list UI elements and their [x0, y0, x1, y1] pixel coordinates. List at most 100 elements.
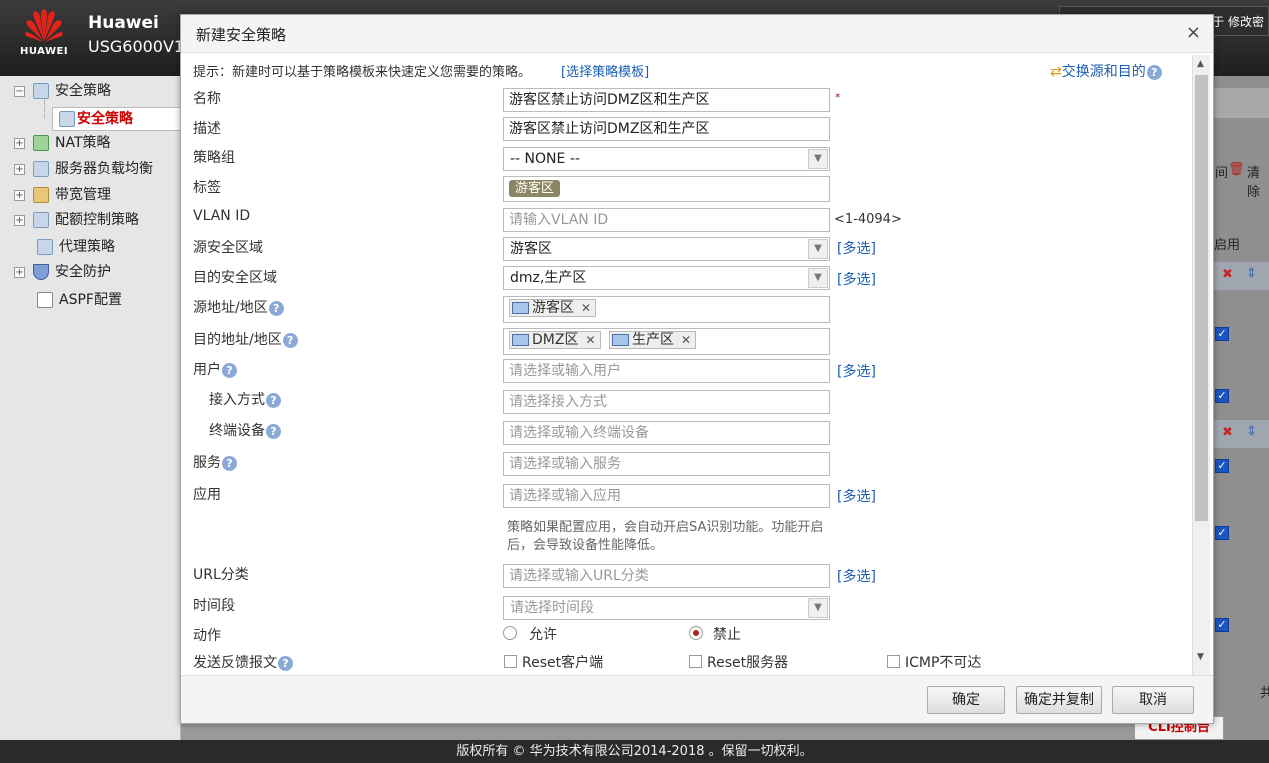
dialog-titlebar: 新建安全策略 × — [181, 15, 1213, 53]
tag-label: 标签 — [193, 180, 221, 196]
chevron-down-icon[interactable]: ▼ — [808, 598, 828, 618]
address-tag-label: DMZ区 — [532, 332, 579, 348]
sidebar: − 安全策略 安全策略 + NAT策略 + 服务器负载均衡 + 带宽管理 + 配额控制策略… — [0, 76, 379, 740]
scrollbar-thumb[interactable] — [1195, 75, 1208, 521]
help-icon[interactable]: ? — [266, 423, 281, 439]
vlan-id-input[interactable]: 请输入VLAN ID — [503, 208, 830, 232]
icmp-unreachable-checkbox[interactable] — [887, 655, 900, 668]
sidebar-item-bandwidth[interactable]: + 带宽管理 — [14, 184, 111, 206]
tag-input[interactable]: 游客区 — [503, 176, 830, 202]
user-input[interactable]: 请选择或输入用户 — [503, 359, 830, 383]
scroll-down-icon[interactable]: ▼ — [1197, 652, 1204, 662]
sidebar-item-security-policy-group[interactable]: − 安全策略 — [14, 80, 111, 102]
help-icon[interactable]: ? — [282, 332, 298, 348]
swap-src-dst-link[interactable]: ⇄交换源和目的? — [1050, 61, 1162, 81]
remove-icon[interactable]: ✕ — [585, 333, 595, 347]
service-input[interactable]: 请选择或输入服务 — [503, 452, 830, 476]
dest-zone-value: dmz,生产区 — [510, 270, 587, 286]
help-icon[interactable]: ? — [222, 455, 237, 471]
source-address-label-text: 源地址/地区 — [193, 300, 268, 316]
dest-zone-multi-select[interactable]: [多选] — [837, 269, 876, 289]
name-label: 名称 — [193, 91, 221, 107]
tag-chip: 游客区 — [509, 180, 561, 197]
terminal-device-label-text: 终端设备 — [209, 423, 265, 439]
ok-and-copy-button[interactable]: 确定并复制 — [1016, 686, 1102, 714]
dest-zone-select[interactable]: dmz,生产区 ▼ — [503, 266, 830, 290]
help-icon[interactable]: ? — [278, 655, 293, 671]
enable-checkbox: ✓ — [1215, 389, 1229, 403]
sidebar-item-label: NAT策略 — [55, 135, 111, 151]
terminal-device-label: 终端设备? — [209, 420, 281, 440]
source-address-input[interactable]: 游客区 ✕ — [503, 296, 830, 323]
delete-icon: ✖ — [1222, 267, 1233, 282]
sidebar-item-label: 安全策略 — [55, 83, 111, 99]
url-category-input[interactable]: 请选择或输入URL分类 — [503, 564, 830, 588]
reset-server-checkbox[interactable] — [689, 655, 702, 668]
collapse-icon[interactable]: − — [14, 85, 25, 97]
sidebar-item-nat-policy[interactable]: + NAT策略 — [14, 132, 111, 154]
help-icon[interactable]: ? — [266, 392, 281, 408]
application-multi-select[interactable]: [多选] — [837, 486, 876, 506]
bandwidth-icon — [33, 187, 49, 203]
ok-button[interactable]: 确定 — [927, 686, 1005, 714]
close-icon[interactable]: × — [1186, 22, 1201, 43]
sidebar-item-aspf[interactable]: ASPF配置 — [37, 289, 122, 311]
remove-icon[interactable]: ✕ — [581, 301, 591, 315]
terminal-device-input[interactable]: 请选择或输入终端设备 — [503, 421, 830, 445]
deny-radio[interactable] — [689, 626, 703, 640]
dialog-scrollbar[interactable]: ▲ ▼ — [1192, 55, 1210, 675]
time-range-select[interactable]: 请选择时间段 ▼ — [503, 596, 830, 620]
policy-icon — [59, 111, 75, 127]
enable-checkbox: ✓ — [1215, 327, 1229, 341]
source-zone-select[interactable]: 游客区 ▼ — [503, 237, 830, 261]
background-delete-text: 清除 — [1247, 166, 1261, 200]
logo-text: HUAWEI — [20, 46, 69, 57]
sidebar-item-security-protection[interactable]: + 安全防护 — [14, 261, 111, 283]
monitor-icon — [512, 302, 529, 314]
user-label: 用户? — [193, 359, 237, 379]
policy-group-select[interactable]: -- NONE -- ▼ — [503, 147, 830, 171]
chevron-down-icon[interactable]: ▼ — [808, 268, 828, 288]
vlan-range-hint: <1-4094> — [834, 212, 902, 227]
access-mode-input[interactable]: 请选择接入方式 — [503, 390, 830, 414]
address-tag: DMZ区 ✕ — [509, 331, 601, 349]
sidebar-item-quota[interactable]: + 配额控制策略 — [14, 209, 139, 231]
source-zone-multi-select[interactable]: [多选] — [837, 238, 876, 258]
sidebar-item-proxy[interactable]: 代理策略 — [37, 236, 115, 258]
dest-address-input[interactable]: DMZ区 ✕ 生产区 ✕ — [503, 328, 830, 355]
help-icon[interactable]: ? — [222, 362, 237, 378]
expand-icon[interactable]: + — [14, 137, 25, 149]
help-icon[interactable]: ? — [268, 300, 284, 316]
sidebar-item-server-lb[interactable]: + 服务器负载均衡 — [14, 158, 153, 180]
application-input[interactable]: 请选择或输入应用 — [503, 484, 830, 508]
permit-radio[interactable] — [503, 626, 517, 640]
expand-icon[interactable]: + — [14, 214, 25, 226]
footer-copyright: 版权所有 © 华为技术有限公司2014-2018 。保留一切权利。 — [0, 740, 1269, 763]
user-label-text: 用户 — [193, 362, 221, 378]
expand-icon[interactable]: + — [14, 189, 25, 201]
deny-label: 禁止 — [713, 627, 741, 643]
user-multi-select[interactable]: [多选] — [837, 361, 876, 381]
policy-group-value: -- NONE -- — [510, 151, 580, 167]
access-mode-label: 接入方式? — [209, 389, 281, 409]
cancel-button[interactable]: 取消 — [1112, 686, 1194, 714]
policy-group-label: 策略组 — [193, 150, 235, 166]
expand-icon[interactable]: + — [14, 163, 25, 175]
reset-client-checkbox[interactable] — [504, 655, 517, 668]
help-icon[interactable]: ? — [1146, 64, 1162, 80]
url-category-multi-select[interactable]: [多选] — [837, 566, 876, 586]
name-input[interactable]: 游客区禁止访问DMZ区和生产区 — [503, 88, 830, 112]
expand-icon[interactable]: + — [14, 266, 25, 278]
sidebar-item-label: 安全防护 — [55, 264, 111, 280]
enable-checkbox: ✓ — [1215, 526, 1229, 540]
chevron-down-icon[interactable]: ▼ — [808, 239, 828, 259]
quota-icon — [33, 212, 49, 228]
dialog-title: 新建安全策略 — [196, 26, 287, 44]
swap-label: 交换源和目的 — [1061, 64, 1146, 80]
remove-icon[interactable]: ✕ — [681, 333, 691, 347]
select-template-link[interactable]: [选择策略模板] — [561, 61, 649, 80]
description-label: 描述 — [193, 121, 221, 137]
chevron-down-icon[interactable]: ▼ — [808, 149, 828, 169]
scroll-up-icon[interactable]: ▲ — [1197, 59, 1204, 69]
description-input[interactable]: 游客区禁止访问DMZ区和生产区 — [503, 117, 830, 141]
